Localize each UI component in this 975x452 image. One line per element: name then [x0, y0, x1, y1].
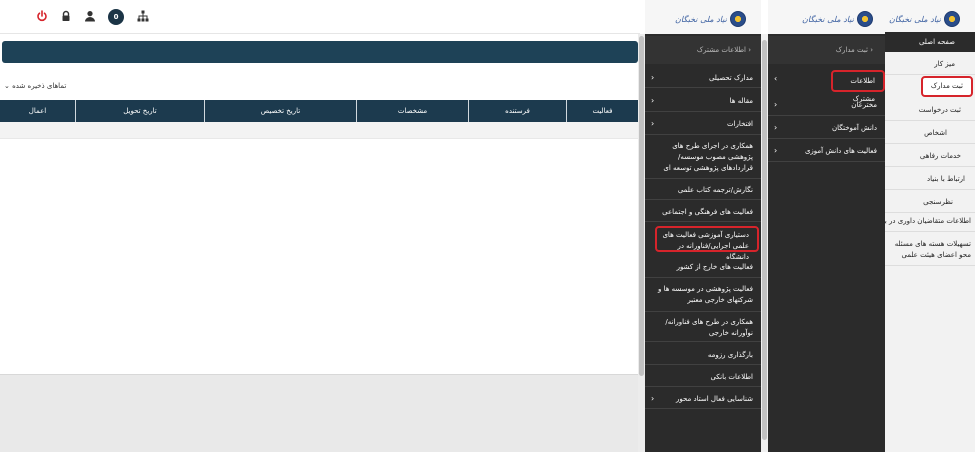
emblem-icon — [943, 11, 960, 27]
menu-item-cultural-activities[interactable]: فعالیت های فرهنگی و اجتماعی — [645, 202, 761, 222]
saved-views-dropdown[interactable]: تماهای ذخیره شده ⌄ — [4, 82, 66, 90]
menu-item-teaching-assistant[interactable]: دستیاری آموزشی فعالیت های علمی اجرایی/فن… — [655, 226, 759, 261]
menu-item-referee-applicants[interactable]: اطلاعات متقاضیان داوری در بنیاد — [885, 210, 975, 232]
menu-item-contact[interactable]: ارتباط با بنیاد — [885, 168, 975, 190]
table-row[interactable] — [0, 122, 638, 139]
menu-item-register-request[interactable]: ثبت درخواست — [885, 99, 975, 121]
menu-item-resume-upload[interactable]: بارگذاری رزومه — [645, 345, 761, 365]
back-chevron-icon: ‹ — [745, 46, 751, 54]
menu-item-book-writing[interactable]: نگارش/ترجمه کتاب علمی — [645, 180, 761, 200]
menu-item-desk[interactable]: میز کار — [885, 53, 975, 75]
column-header-actions[interactable]: اعمال — [0, 100, 75, 122]
lock-icon[interactable] — [60, 10, 72, 22]
logo: نیاد ملی نخبگان — [802, 6, 873, 32]
emblem-icon — [729, 11, 746, 27]
menu-item-faculty-facilities[interactable]: تسهیلات هسته های مسئله محو اعضای هیئت عل… — [885, 236, 975, 266]
menu-item-inventors[interactable]: مخترعان ‹ — [768, 94, 885, 116]
menu-item-research-projects[interactable]: همکاری در اجرای طرح های پژوهشی مصوب موسس… — [645, 137, 761, 179]
menu-item-home[interactable]: صفحه اصلی — [885, 32, 975, 52]
main-menu: نیاد ملی نخبگان صفحه اصلی میز کار ثبت مد… — [885, 0, 975, 452]
menu-item-foreign-tech[interactable]: همکاری در طرح های فناورانه/نوآورانه خارج… — [645, 314, 761, 342]
column-header-assign-date[interactable]: تاریخ تخصیص — [204, 100, 356, 122]
chevron-left-icon: ‹ — [651, 394, 655, 403]
page-header-bar — [2, 41, 638, 63]
column-header-details[interactable]: مشخصات — [356, 100, 468, 122]
logo: نیاد ملی نخبگان — [889, 6, 960, 32]
menu-item-register-documents[interactable]: ثبت مدارک — [921, 76, 973, 97]
chevron-left-icon: ‹ — [774, 100, 778, 109]
menu-item-shared-info[interactable]: اطلاعات مشترک — [831, 70, 885, 103]
top-toolbar: 0 — [0, 0, 640, 34]
main-scrollbar[interactable] — [638, 34, 645, 452]
footer-area — [0, 374, 638, 452]
column-header-sender[interactable]: فرستنده — [468, 100, 566, 122]
column-header-activity[interactable]: فعالیت — [566, 100, 638, 122]
menu-item-graduates[interactable]: دانش آموختگان ‹ — [768, 117, 885, 139]
notification-badge[interactable]: 0 — [108, 9, 124, 25]
submenu-scrollbar[interactable] — [761, 34, 768, 452]
user-icon[interactable] — [84, 10, 96, 22]
emblem-icon — [856, 11, 873, 27]
chevron-left-icon: ‹ — [651, 96, 655, 105]
menu-item-student-activities[interactable]: فعالیت های دانش آموزی ‹ — [768, 140, 885, 162]
main-content: 0 تماهای ذخیره شده ⌄ فعالیت فرستنده مشخص… — [0, 0, 640, 452]
submenu-back-header[interactable]: ‹ اطلاعات مشترک — [645, 36, 761, 64]
menu-item-welfare[interactable]: خدمات رفاهی — [885, 145, 975, 167]
logo: نیاد ملی نخبگان — [675, 6, 746, 32]
chevron-left-icon: ‹ — [774, 123, 778, 132]
menu-item-degrees[interactable]: مدارک تحصیلی ‹ — [645, 68, 761, 88]
chevron-left-icon: ‹ — [651, 73, 655, 82]
menu-item-honors[interactable]: افتخارات ‹ — [645, 113, 761, 135]
menu-item-foreign-research[interactable]: فعالیت پژوهشی در موسسه ها و شرکتهای خارج… — [645, 280, 761, 312]
menu-item-bank-info[interactable]: اطلاعات بانکی — [645, 367, 761, 387]
chevron-left-icon: ‹ — [774, 74, 778, 83]
menu-item-articles[interactable]: مقاله ها ‹ — [645, 90, 761, 112]
back-chevron-icon: ‹ — [867, 46, 873, 54]
menu-item-professor-identification[interactable]: شناسایی فعال استاد محور ‹ — [645, 389, 761, 409]
submenu-back-header[interactable]: ‹ ثبت مدارک — [768, 36, 885, 64]
chevron-down-icon: ⌄ — [4, 82, 10, 90]
power-icon[interactable] — [36, 10, 48, 22]
submenu-level-2: نیاد ملی نخبگان ‹ ثبت مدارک اطلاعات مشتر… — [768, 0, 885, 452]
menu-item-persons[interactable]: اشخاص — [885, 122, 975, 144]
menu-item-abroad-activities[interactable]: فعالیت های خارج از کشور — [645, 256, 761, 278]
chevron-left-icon: ‹ — [774, 146, 778, 155]
chevron-left-icon: ‹ — [651, 119, 655, 128]
submenu-level-3: نیاد ملی نخبگان ‹ اطلاعات مشترک مدارک تح… — [645, 0, 761, 452]
column-header-delivery-date[interactable]: تاریخ تحویل — [75, 100, 204, 122]
saved-views-label: تماهای ذخیره شده — [12, 82, 67, 90]
table-header-row: فعالیت فرستنده مشخصات تاریخ تخصیص تاریخ … — [0, 100, 638, 122]
sitemap-icon[interactable] — [137, 10, 149, 22]
